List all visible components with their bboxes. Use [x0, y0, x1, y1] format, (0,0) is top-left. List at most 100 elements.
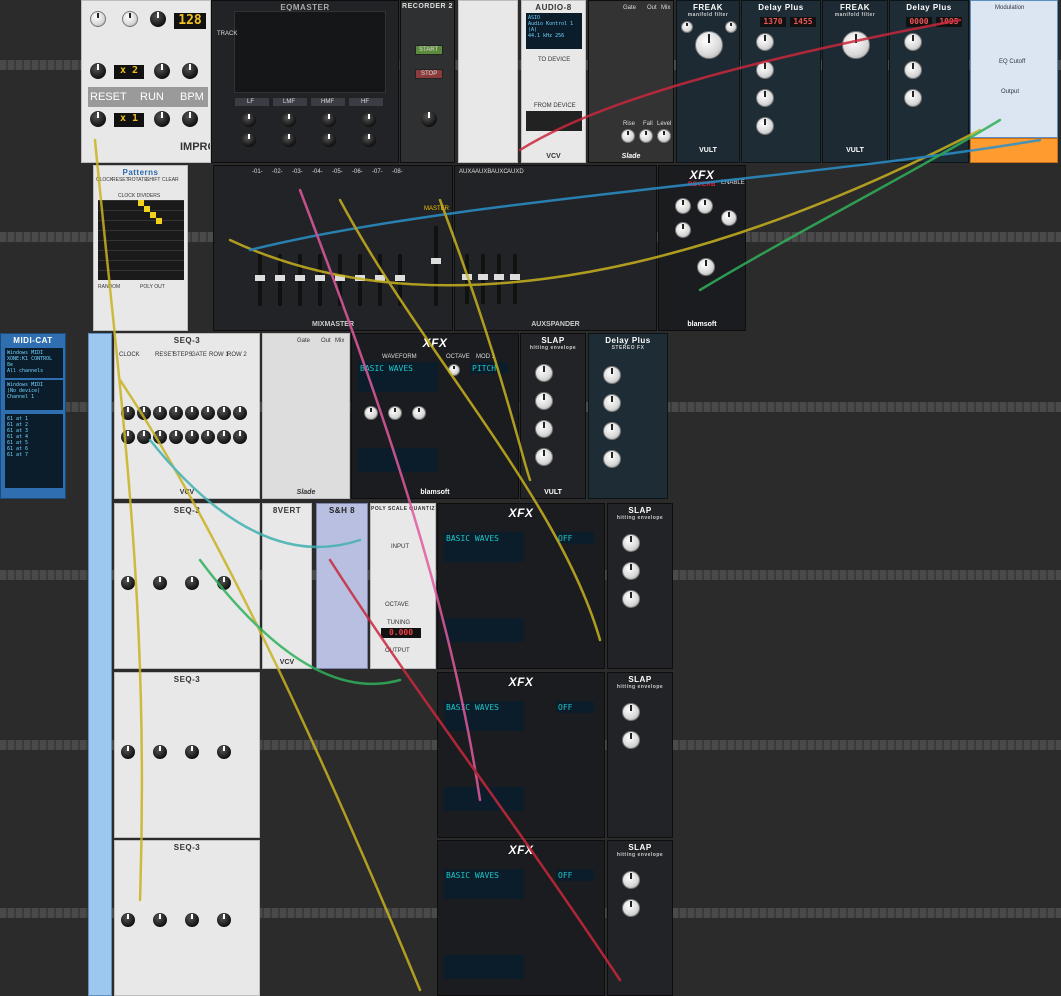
knob[interactable] [154, 111, 170, 127]
xfx-wave-module[interactable]: XFX WAVEFORM BASIC WAVES OCTAVE MOD 1 PI… [351, 333, 519, 499]
time-knob[interactable] [603, 366, 621, 384]
step-knob[interactable] [233, 406, 247, 420]
patterns-module[interactable]: Patterns CLOCK RESET ROTATE SHIFT CLEAR … [93, 165, 188, 331]
impro-module[interactable]: 128 x 2 RESET RUN BPM x 1 IMPRO [81, 0, 211, 163]
time-knob[interactable] [675, 198, 691, 214]
step-knob[interactable] [121, 430, 135, 444]
mapping-list[interactable]: 61 at 1 61 at 2 61 at 3 61 at 4 61 at 5 … [5, 414, 63, 488]
mixmaster-module[interactable]: MIXMASTER -01- -02- -03- -04- -05- -06- … [213, 165, 453, 331]
start-button[interactable]: START [415, 45, 443, 55]
res-knob[interactable] [681, 21, 693, 33]
waveform-display[interactable]: BASIC WAVES [444, 532, 524, 562]
mix-knob[interactable] [603, 450, 621, 468]
density-knob[interactable] [412, 406, 426, 420]
step-knob[interactable] [201, 406, 215, 420]
mod1-display[interactable]: PITCH [470, 362, 508, 374]
xover-knob[interactable] [721, 210, 737, 226]
step-knob[interactable] [153, 913, 167, 927]
fader[interactable] [275, 254, 285, 306]
pattern-grid[interactable] [98, 200, 184, 280]
output-module[interactable] [970, 138, 1058, 163]
band-button[interactable]: LMF [272, 97, 308, 107]
slap-module-3[interactable]: SLAP hitting envelope [607, 672, 673, 838]
knob[interactable] [122, 11, 138, 27]
band-button[interactable]: LF [234, 97, 270, 107]
recorder-module[interactable]: RECORDER 2 START STOP [400, 0, 455, 163]
step-knob[interactable] [153, 406, 167, 420]
step-knob[interactable] [217, 406, 231, 420]
time-knob[interactable] [756, 33, 774, 51]
low-knob[interactable] [675, 222, 691, 238]
step-knob[interactable] [185, 430, 199, 444]
step-knob[interactable] [137, 406, 151, 420]
mix-knob[interactable] [697, 258, 715, 276]
aux-fader[interactable] [494, 254, 504, 304]
step-knob[interactable] [217, 576, 231, 590]
modulation-module[interactable]: Modulation EQ Cutoff Output [970, 0, 1058, 138]
knob[interactable] [90, 111, 106, 127]
knob[interactable] [150, 11, 166, 27]
xfx-wave-module-2[interactable]: XFX BASIC WAVES OFF [437, 503, 605, 669]
freak-filter-module-2[interactable]: FREAK manifold filter VULT [822, 0, 888, 163]
mix-knob[interactable] [756, 117, 774, 135]
step-knob[interactable] [153, 430, 167, 444]
quantizer-module[interactable]: POLY SCALE QUANTIZER INPUT OCTAVE TUNING… [370, 503, 436, 669]
xfx-wave-module-4[interactable]: XFX BASIC WAVES OFF [437, 840, 605, 996]
xfx-reverb-module[interactable]: XFX REVERB ENABLE blamsoft [658, 165, 746, 331]
fdbk-knob[interactable] [603, 394, 621, 412]
aux-fader[interactable] [510, 254, 520, 304]
cutoff-knob[interactable] [842, 31, 870, 59]
seq3-module-2[interactable]: SEQ-3 [114, 503, 260, 669]
xfx-wave-module-3[interactable]: XFX BASIC WAVES OFF [437, 672, 605, 838]
waveform-display[interactable]: BASIC WAVES [444, 869, 524, 899]
delay-plus-module-2[interactable]: Delay Plus 0000 1095 [889, 0, 969, 163]
delay-plus-module[interactable]: Delay Plus 1370 1455 [741, 0, 821, 163]
midi-cat-module[interactable]: MIDI-CAT Windows MIDI XONE:K1 CONTROL 8e… [0, 333, 66, 499]
step-knob[interactable] [121, 576, 135, 590]
attack-knob[interactable] [535, 364, 553, 382]
auxspander-module[interactable]: AUXSPANDER AUXA AUXB AUXC AUXD [454, 165, 657, 331]
step-knob[interactable] [185, 745, 199, 759]
fdbk-knob[interactable] [904, 61, 922, 79]
attack-knob[interactable] [622, 534, 640, 552]
harmonics-display[interactable] [358, 448, 438, 472]
band-button[interactable]: HF [348, 97, 384, 107]
noise-knob[interactable] [388, 406, 402, 420]
octave-knob[interactable] [448, 364, 460, 376]
knob[interactable] [322, 133, 336, 147]
waveform-display[interactable]: BASIC WAVES [358, 362, 438, 392]
knob[interactable] [322, 113, 336, 127]
harmonics-display[interactable] [444, 787, 524, 811]
release-knob[interactable] [535, 448, 553, 466]
seq3-module[interactable]: SEQ-3 CLOCK RESET STEPS GATE ROW 1 ROW 2… [114, 333, 260, 499]
step-knob[interactable] [121, 406, 135, 420]
knob[interactable] [242, 113, 256, 127]
delay-plus-module-3[interactable]: Delay Plus STEREO FX [588, 333, 668, 499]
step-knob[interactable] [185, 913, 199, 927]
harmonics-display[interactable] [444, 955, 524, 979]
seq3-module-3[interactable]: SEQ-3 [114, 672, 260, 838]
fall-knob[interactable] [639, 129, 653, 143]
audio-device-screen[interactable]: ASIO Audio Kontrol 1 (A) 44.1 kHz 256 [526, 13, 582, 49]
step-knob[interactable] [217, 430, 231, 444]
harmonics-display[interactable] [444, 618, 524, 642]
adsr-module[interactable]: Gate Out Mix Rise Fall Level Slade [588, 0, 674, 163]
step-knob[interactable] [169, 430, 183, 444]
mapping-item[interactable]: 61 at 7 [7, 452, 61, 458]
fader[interactable] [295, 254, 305, 306]
knob[interactable] [90, 63, 106, 79]
sustain-knob[interactable] [622, 590, 640, 608]
snh-module[interactable]: S&H 8 [316, 503, 368, 669]
step-knob[interactable] [233, 430, 247, 444]
pos-knob[interactable] [364, 406, 378, 420]
step-knob[interactable] [121, 745, 135, 759]
step-knob[interactable] [185, 406, 199, 420]
step-knob[interactable] [201, 430, 215, 444]
attack-knob[interactable] [622, 871, 640, 889]
decay-knob[interactable] [622, 731, 640, 749]
cutoff-knob[interactable] [695, 31, 723, 59]
knob[interactable] [182, 111, 198, 127]
fader[interactable] [315, 254, 325, 306]
slap-module[interactable]: SLAP hitting envelope VULT [520, 333, 586, 499]
mod1-display[interactable]: OFF [556, 869, 594, 881]
